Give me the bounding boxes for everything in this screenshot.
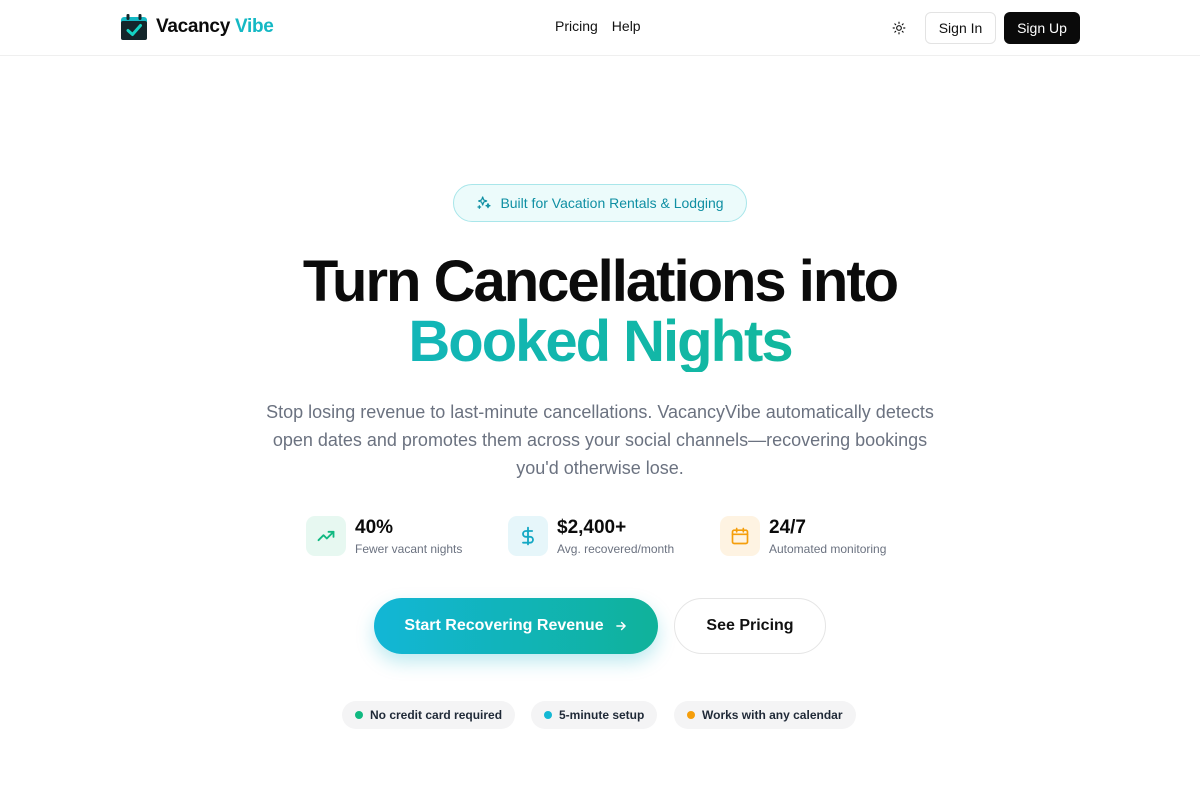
main-nav: Pricing Help [555, 18, 641, 38]
trust-pill-no-credit-card: No credit card required [342, 701, 516, 729]
stat-icon-box [306, 516, 346, 556]
start-recovering-label: Start Recovering Revenue [404, 617, 604, 634]
start-recovering-button[interactable]: Start Recovering Revenue [374, 598, 658, 654]
site-header: Vacancy Vibe Pricing Help Sign In Sign U… [0, 0, 1200, 56]
trust-pill-setup: 5-minute setup [531, 701, 658, 729]
stat-value: $2,400+ [557, 517, 627, 538]
sparkles-icon [477, 196, 492, 209]
nav-link-pricing[interactable]: Pricing [555, 18, 598, 38]
hero-badge: Built for Vacation Rentals & Lodging [453, 184, 747, 222]
trust-pill-label: Works with any calendar [702, 708, 843, 722]
stat-value: 24/7 [769, 517, 806, 538]
hero-badge-text: Built for Vacation Rentals & Lodging [500, 195, 724, 211]
theme-toggle-button[interactable] [886, 15, 912, 41]
stat-value: 40% [355, 517, 394, 538]
headline-line-1: Turn Cancellations into [302, 249, 899, 314]
stat-icon-box [720, 516, 760, 556]
calendar-icon [731, 527, 749, 545]
stat-label: Avg. recovered/month [557, 542, 675, 556]
trust-pill-calendar: Works with any calendar [674, 701, 856, 729]
brand-name: Vacancy Vibe [156, 16, 274, 37]
brand-name-accent: Vibe [234, 16, 274, 37]
stat-label: Automated monitoring [769, 542, 887, 556]
sign-up-button[interactable]: Sign Up [1004, 12, 1080, 44]
stat-icon-box [508, 516, 548, 556]
arrow-right-icon [615, 621, 626, 631]
trust-pill-label: No credit card required [370, 708, 503, 722]
calendar-check-logo-icon [121, 14, 147, 40]
sun-icon [892, 21, 906, 35]
stat-label: Fewer vacant nights [355, 542, 463, 556]
nav-link-help[interactable]: Help [612, 18, 641, 38]
headline-line-2-gradient: Booked Nights [0, 312, 1200, 372]
sign-in-button[interactable]: Sign In [925, 12, 996, 44]
status-dot [544, 711, 552, 719]
stats-row: 40% Fewer vacant nights $2,400+ Avg. rec… [0, 516, 1200, 558]
see-pricing-button[interactable]: See Pricing [674, 598, 826, 654]
stat-avg-recovered: $2,400+ Avg. recovered/month [508, 516, 674, 558]
trust-pill-label: 5-minute setup [559, 708, 645, 722]
status-dot [355, 711, 363, 719]
hero-subtitle: Stop losing revenue to last-minute cance… [266, 402, 934, 478]
status-dot [687, 711, 695, 719]
hero-headline: Turn Cancellations into Booked Nights [0, 252, 1200, 372]
trending-up-icon [317, 530, 335, 542]
stat-monitoring: 24/7 Automated monitoring [720, 516, 886, 558]
stat-vacant-nights: 40% Fewer vacant nights [306, 516, 462, 558]
dollar-icon [522, 526, 534, 546]
brand-logo-link[interactable]: Vacancy Vibe [120, 13, 274, 41]
